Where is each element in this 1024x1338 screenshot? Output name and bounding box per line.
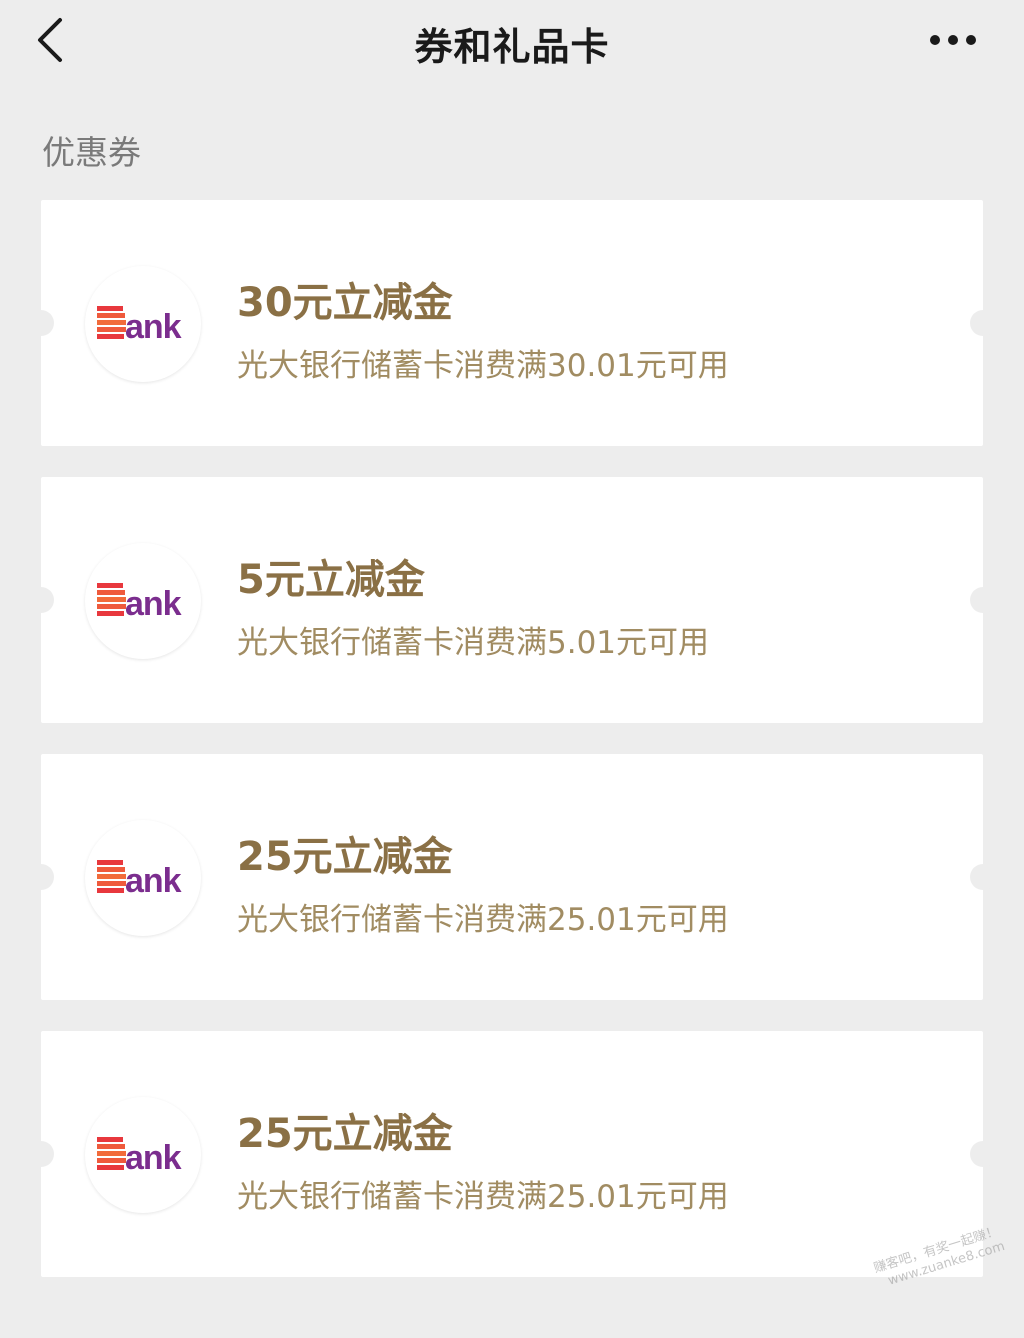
ticket-notch-right [970,310,996,336]
ticket-notch-right [970,864,996,890]
ticket-notch-right [970,1141,996,1167]
page-title: 券和礼品卡 [414,25,610,69]
more-dots-icon [930,35,976,45]
coupon-title: 25元立减金 [237,834,453,880]
coupon-card[interactable]: ank 25元立减金光大银行储蓄卡消费满25.01元可用 [28,754,996,1000]
bank-logo-icon: ank [85,266,201,382]
coupon-card[interactable]: ank 30元立减金光大银行储蓄卡消费满30.01元可用 [28,200,996,446]
svg-text:ank: ank [125,1139,182,1177]
coupon-condition: 光大银行储蓄卡消费满5.01元可用 [237,625,710,661]
top-nav-bar: 券和礼品卡 [0,0,1024,86]
coupon-title: 30元立减金 [237,280,453,326]
ticket-notch-left [28,1141,54,1167]
ticket-notch-left [28,310,54,336]
coupon-condition: 光大银行储蓄卡消费满30.01元可用 [237,348,729,384]
coupon-card[interactable]: ank 5元立减金光大银行储蓄卡消费满5.01元可用 [28,477,996,723]
coupon-title: 25元立减金 [237,1111,453,1157]
svg-text:ank: ank [125,862,182,900]
coupon-condition: 光大银行储蓄卡消费满25.01元可用 [237,902,729,938]
ticket-notch-right [970,587,996,613]
coupon-card[interactable]: ank 25元立减金光大银行储蓄卡消费满25.01元可用 [28,1031,996,1277]
svg-text:ank: ank [125,585,182,623]
bank-logo-icon: ank [85,1097,201,1213]
svg-text:ank: ank [125,308,182,346]
section-title: 优惠券 [42,133,141,172]
more-options-button[interactable] [920,22,986,58]
ticket-notch-left [28,864,54,890]
bank-logo-icon: ank [85,543,201,659]
coupon-condition: 光大银行储蓄卡消费满25.01元可用 [237,1179,729,1215]
coupon-title: 5元立减金 [237,557,425,603]
ticket-notch-left [28,587,54,613]
bank-logo-icon: ank [85,820,201,936]
